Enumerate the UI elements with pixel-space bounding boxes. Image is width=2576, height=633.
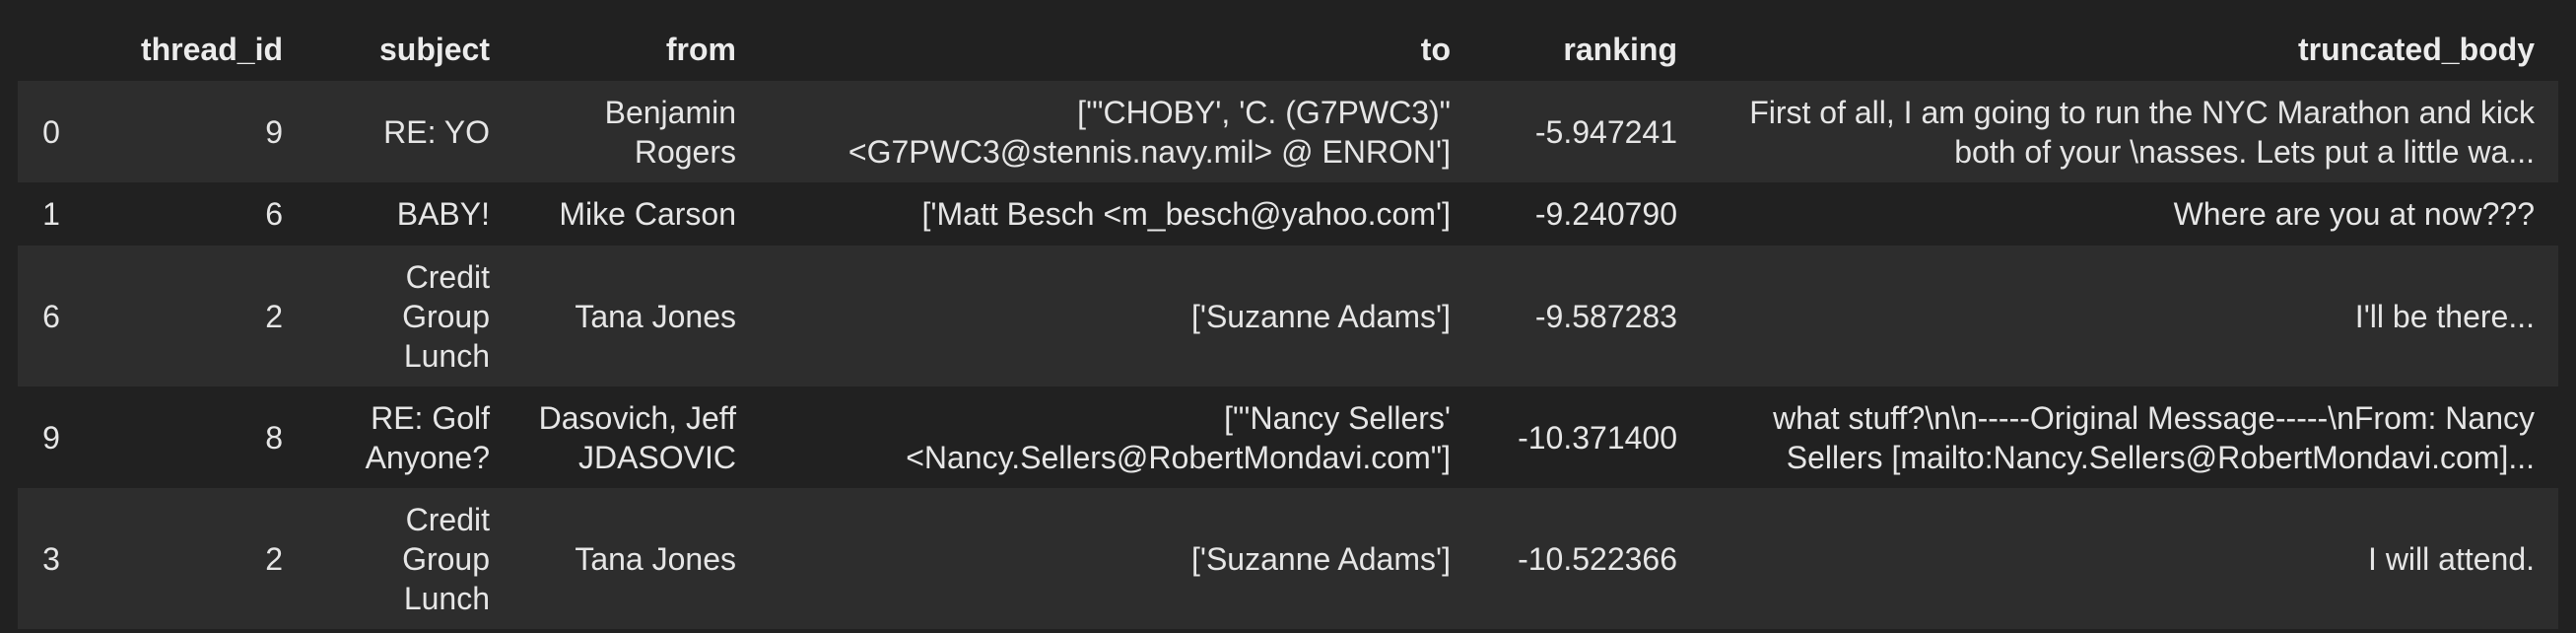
header-index — [18, 18, 85, 81]
table-row: 1 6 BABY! Mike Carson ['Matt Besch <m_be… — [18, 182, 2558, 246]
table-row: 0 9 RE: YO Benjamin Rogers ['"CHOBY', 'C… — [18, 81, 2558, 182]
cell-from: Mike Carson — [513, 182, 760, 246]
cell-subject: Credit Group Lunch — [306, 488, 513, 629]
header-truncated-body: truncated_body — [1701, 18, 2558, 81]
cell-ranking: -9.587283 — [1474, 246, 1701, 387]
cell-truncated-body: I will attend. — [1701, 488, 2558, 629]
cell-ranking: -5.947241 — [1474, 81, 1701, 182]
cell-to: ['Matt Besch <m_besch@yahoo.com'] — [760, 182, 1474, 246]
cell-from: Dasovich, Jeff JDASOVIC — [513, 387, 760, 488]
cell-from: Tana Jones — [513, 246, 760, 387]
cell-subject: BABY! — [306, 182, 513, 246]
header-from: from — [513, 18, 760, 81]
cell-thread-id: 2 — [85, 488, 306, 629]
cell-thread-id: 9 — [85, 81, 306, 182]
row-index: 0 — [18, 81, 85, 182]
cell-truncated-body-text: what stuff?\n\n-----Original Message----… — [1773, 399, 2535, 475]
cell-truncated-body: First of all, I am going to run the NYC … — [1701, 81, 2558, 182]
cell-ranking: -10.522366 — [1474, 488, 1701, 629]
header-thread-id: thread_id — [85, 18, 306, 81]
table-row: 6 2 Credit Group Lunch Tana Jones ['Suza… — [18, 246, 2558, 387]
cell-to: ['"CHOBY', 'C. (G7PWC3)" <G7PWC3@stennis… — [760, 81, 1474, 182]
cell-to: ["'Nancy Sellers' <Nancy.Sellers@RobertM… — [760, 387, 1474, 488]
cell-from: Tana Jones — [513, 488, 760, 629]
cell-truncated-body-text: First of all, I am going to run the NYC … — [1749, 94, 2535, 170]
table-row: 9 8 RE: Golf Anyone? Dasovich, Jeff JDAS… — [18, 387, 2558, 488]
dataframe-output: thread_id subject from to ranking trunca… — [18, 18, 2558, 629]
cell-truncated-body: what stuff?\n\n-----Original Message----… — [1701, 387, 2558, 488]
header-ranking: ranking — [1474, 18, 1701, 81]
cell-truncated-body: I'll be there... — [1701, 246, 2558, 387]
header-to: to — [760, 18, 1474, 81]
row-index: 3 — [18, 488, 85, 629]
table-row: 3 2 Credit Group Lunch Tana Jones ['Suza… — [18, 488, 2558, 629]
cell-thread-id: 6 — [85, 182, 306, 246]
cell-thread-id: 2 — [85, 246, 306, 387]
cell-thread-id: 8 — [85, 387, 306, 488]
cell-to: ['Suzanne Adams'] — [760, 246, 1474, 387]
cell-ranking: -9.240790 — [1474, 182, 1701, 246]
cell-to: ['Suzanne Adams'] — [760, 488, 1474, 629]
header-subject: subject — [306, 18, 513, 81]
row-index: 1 — [18, 182, 85, 246]
row-index: 6 — [18, 246, 85, 387]
dataframe-table: thread_id subject from to ranking trunca… — [18, 18, 2558, 629]
cell-truncated-body: Where are you at now??? — [1701, 182, 2558, 246]
cell-ranking: -10.371400 — [1474, 387, 1701, 488]
cell-subject: RE: YO — [306, 81, 513, 182]
row-index: 9 — [18, 387, 85, 488]
header-row: thread_id subject from to ranking trunca… — [18, 18, 2558, 81]
cell-subject: RE: Golf Anyone? — [306, 387, 513, 488]
cell-subject: Credit Group Lunch — [306, 246, 513, 387]
cell-from: Benjamin Rogers — [513, 81, 760, 182]
